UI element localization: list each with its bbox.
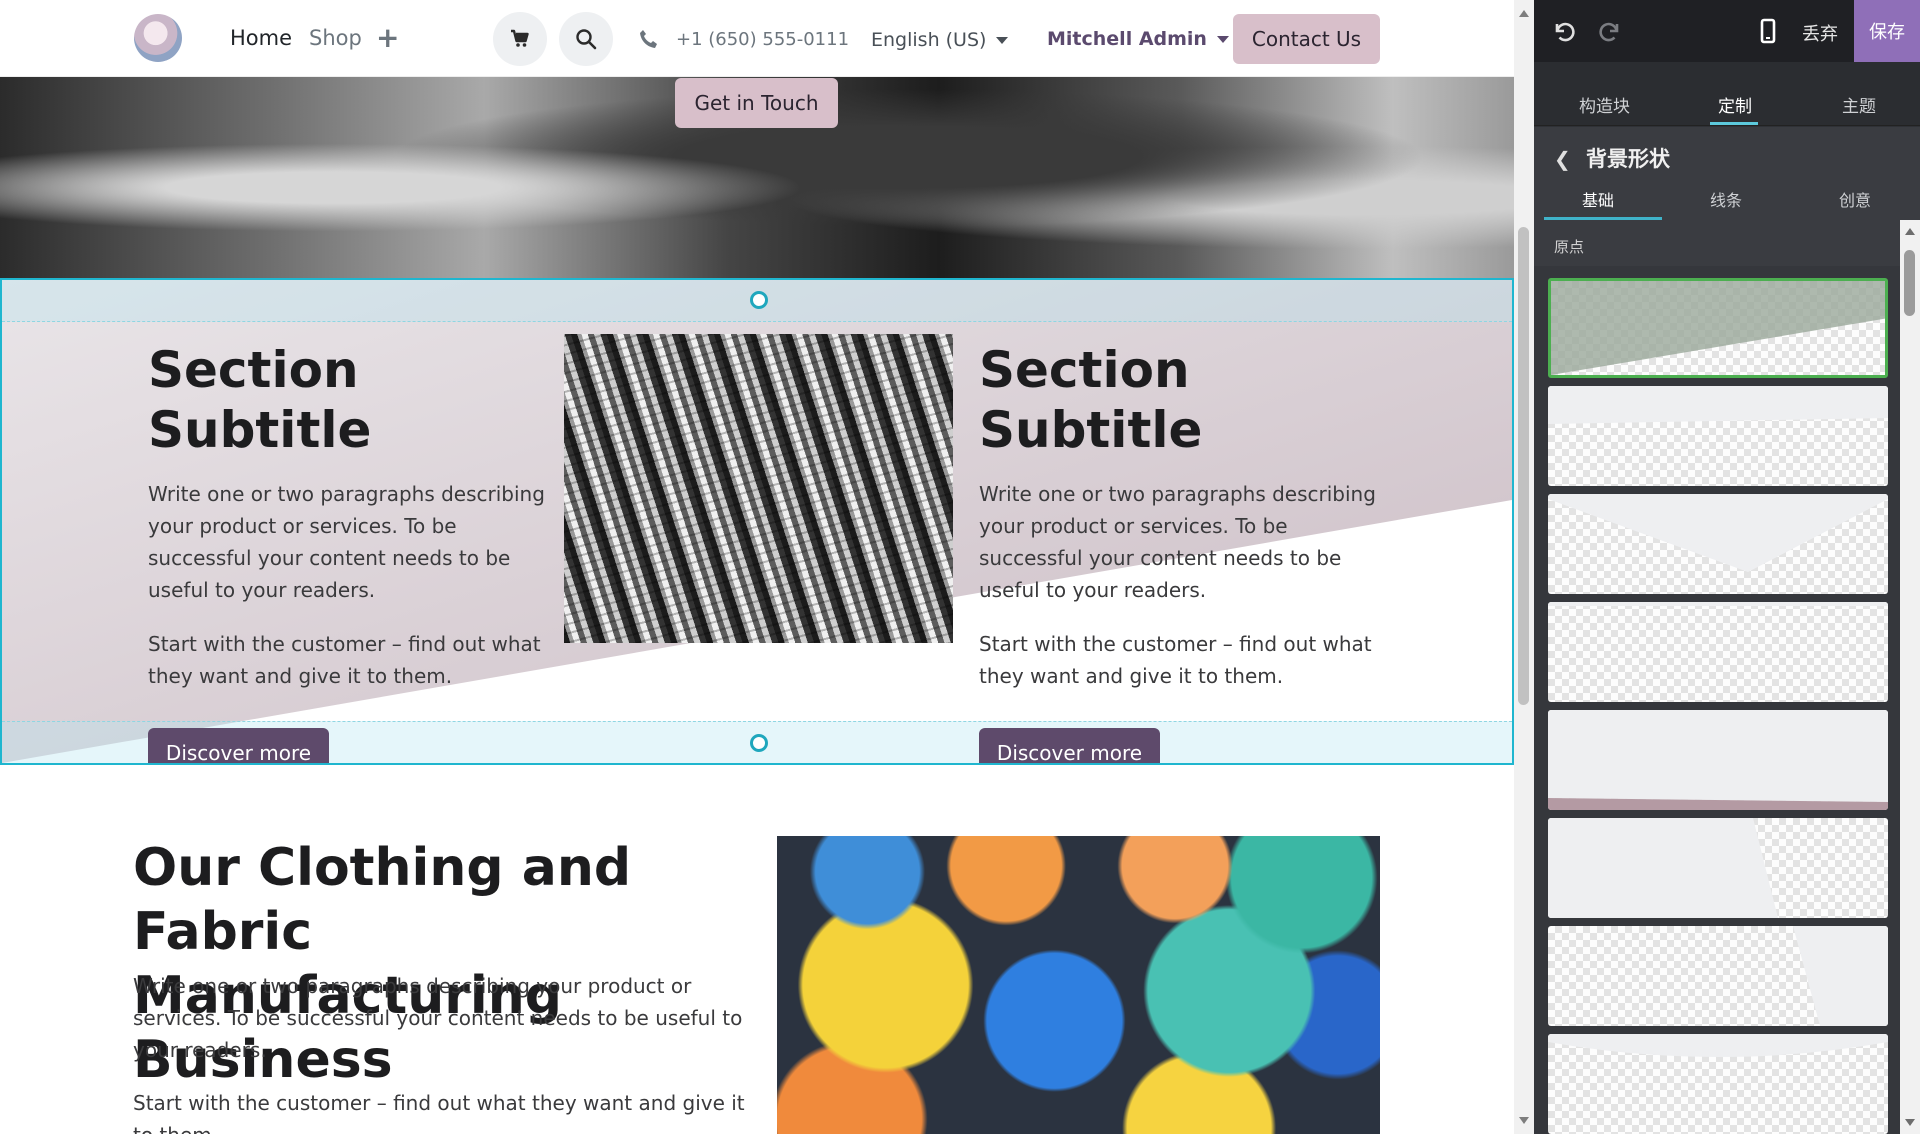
business-paragraph[interactable]: Start with the customer – find out what … <box>133 1087 753 1134</box>
group-label: 原点 <box>1554 238 1585 256</box>
shape-preview <box>1548 1034 1888 1057</box>
discover-more-button[interactable]: Discover more <box>148 728 329 763</box>
shape-option[interactable] <box>1548 602 1888 702</box>
add-menu-item-button[interactable]: + <box>376 21 399 54</box>
phone-number[interactable]: +1 (650) 555-0111 <box>676 29 849 50</box>
option-header: ❮ 背景形状 基础 线条 创意 <box>1534 127 1920 225</box>
site-scrollbar-thumb[interactable] <box>1518 227 1529 705</box>
editor-tabs: 构造块 定制 主题 <box>1534 62 1920 126</box>
cart-button[interactable] <box>493 12 547 66</box>
scroll-up-arrow-icon[interactable] <box>1905 228 1915 235</box>
shape-option[interactable] <box>1548 1034 1888 1134</box>
subtab-creative[interactable]: 创意 <box>1839 187 1871 211</box>
shape-option[interactable] <box>1548 818 1888 918</box>
shirts-image[interactable] <box>564 334 953 643</box>
get-in-touch-button[interactable]: Get in Touch <box>675 78 838 128</box>
discard-button[interactable]: 丢弃 <box>1802 20 1838 46</box>
section-subtitle[interactable]: Section Subtitle <box>148 340 548 460</box>
section-paragraph[interactable]: Start with the customer – find out what … <box>148 628 548 692</box>
section-paragraph[interactable]: Write one or two paragraphs describing y… <box>148 478 548 606</box>
mobile-preview-icon[interactable] <box>1756 18 1780 44</box>
search-icon <box>576 29 597 50</box>
option-title: 背景形状 <box>1586 147 1670 171</box>
phone-icon <box>640 30 657 48</box>
shape-preview <box>1548 494 1888 572</box>
section-paragraph[interactable]: Start with the customer – find out what … <box>979 628 1379 692</box>
shape-option[interactable] <box>1548 278 1888 378</box>
site-logo[interactable] <box>134 14 182 62</box>
shape-preview <box>1548 602 1888 606</box>
chevron-down-icon <box>1216 36 1229 43</box>
scroll-down-arrow-icon[interactable] <box>1905 1119 1915 1126</box>
panel-scrollbar[interactable] <box>1900 220 1920 1134</box>
editor-panel: 丢弃 保存 构造块 定制 主题 ❮ 背景形状 基础 线条 创意 原点 <box>1534 0 1920 1134</box>
business-paragraph[interactable]: Write one or two paragraphs describing y… <box>133 970 753 1066</box>
undo-icon[interactable] <box>1548 16 1578 46</box>
subtab-basic[interactable]: 基础 <box>1582 187 1614 211</box>
group-label-bar <box>1534 220 1900 266</box>
fabric-rolls-image[interactable] <box>777 836 1380 1134</box>
resize-handle-top[interactable] <box>750 291 768 309</box>
panel-scrollbar-thumb[interactable] <box>1904 250 1915 316</box>
site-scrollbar[interactable] <box>1514 0 1534 1134</box>
shape-preview <box>1551 281 1885 375</box>
shape-option[interactable] <box>1548 710 1888 810</box>
save-button[interactable]: 保存 <box>1854 0 1920 62</box>
contact-us-button[interactable]: Contact Us <box>1233 14 1380 64</box>
cart-icon <box>511 29 529 47</box>
shape-preview <box>1548 818 1778 918</box>
shape-preview <box>1548 710 1888 810</box>
shape-preview <box>1548 386 1888 424</box>
discover-more-button[interactable]: Discover more <box>979 728 1160 763</box>
nav-home[interactable]: Home <box>230 26 292 50</box>
back-chevron-icon[interactable]: ❮ <box>1554 147 1571 171</box>
shape-option[interactable] <box>1548 494 1888 594</box>
text-column-right: Section Subtitle Write one or two paragr… <box>979 340 1379 763</box>
scroll-up-arrow-icon[interactable] <box>1519 10 1529 17</box>
chevron-down-icon <box>996 37 1009 44</box>
language-label: English (US) <box>871 29 987 51</box>
tab-customize[interactable]: 定制 <box>1718 92 1752 117</box>
text-column-left: Section Subtitle Write one or two paragr… <box>148 340 548 763</box>
subtab-lines[interactable]: 线条 <box>1710 187 1742 211</box>
search-button[interactable] <box>559 12 613 66</box>
shape-option[interactable] <box>1548 926 1888 1026</box>
active-tab-indicator <box>1710 122 1758 125</box>
user-menu[interactable]: Mitchell Admin <box>1047 28 1229 50</box>
website-canvas: Home Shop + +1 (650) 555-0111 English (U… <box>0 0 1514 1134</box>
section-paragraph[interactable]: Write one or two paragraphs describing y… <box>979 478 1379 606</box>
user-name: Mitchell Admin <box>1047 28 1207 50</box>
redo-icon[interactable] <box>1596 16 1626 46</box>
shape-option[interactable] <box>1548 386 1888 486</box>
shape-preview <box>1793 926 1888 1026</box>
scroll-down-arrow-icon[interactable] <box>1519 1117 1529 1124</box>
editor-toolbar: 丢弃 保存 <box>1534 0 1920 62</box>
language-selector[interactable]: English (US) <box>871 29 1009 51</box>
tab-blocks[interactable]: 构造块 <box>1579 92 1630 117</box>
nav-shop[interactable]: Shop <box>309 26 362 50</box>
site-header: Home Shop + +1 (650) 555-0111 English (U… <box>0 0 1514 77</box>
resize-handle-bottom[interactable] <box>750 734 768 752</box>
section-subtitle[interactable]: Section Subtitle <box>979 340 1379 460</box>
selected-section[interactable]: Section Subtitle Write one or two paragr… <box>0 278 1514 765</box>
tab-theme[interactable]: 主题 <box>1842 92 1876 117</box>
shape-list <box>1534 220 1900 1134</box>
